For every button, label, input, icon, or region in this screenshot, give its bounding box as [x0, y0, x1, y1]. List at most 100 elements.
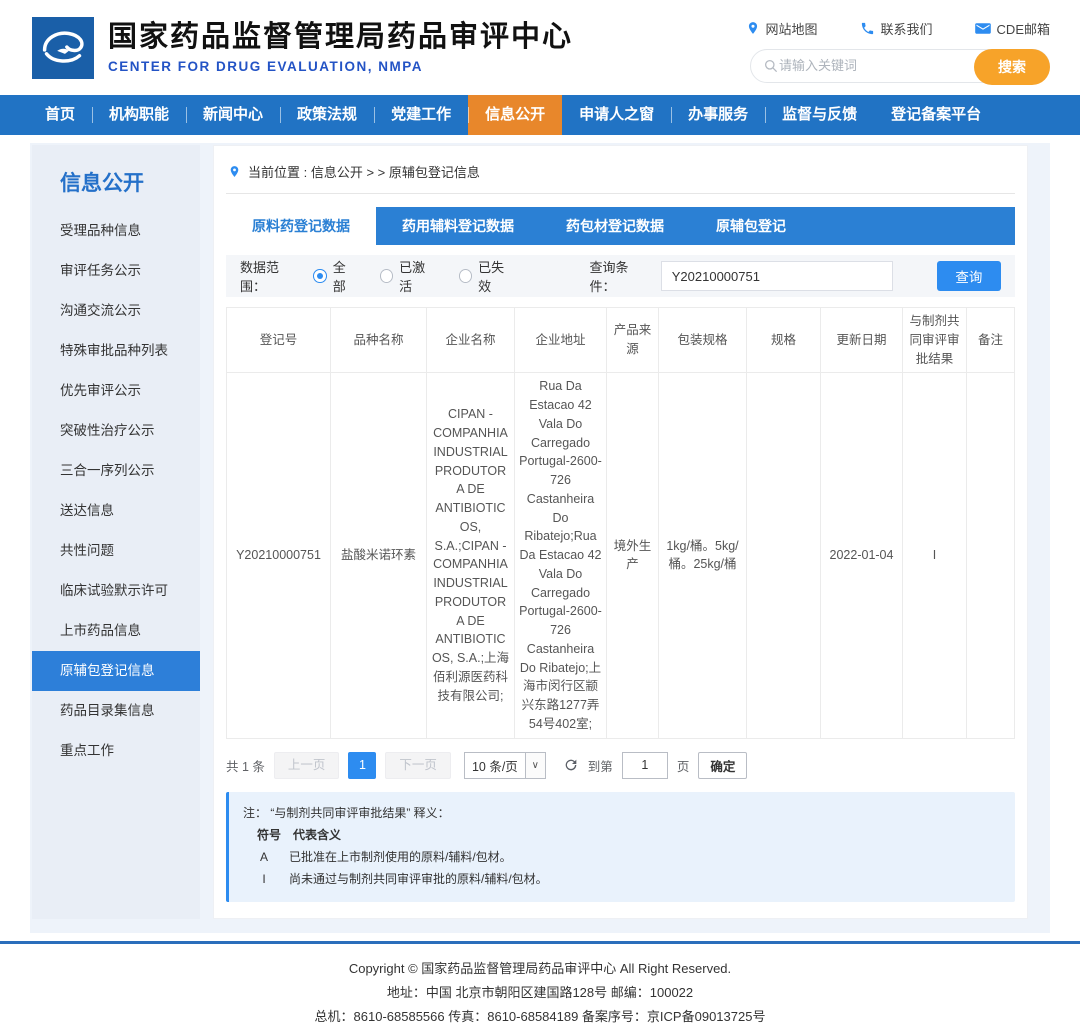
main-panel: 当前位置 : 信息公开 > > 原辅包登记信息 原料药登记数据 药用辅料登记数据…: [213, 145, 1028, 919]
nav-item-home[interactable]: 首页: [28, 95, 92, 135]
radio-all[interactable]: 全部: [313, 257, 357, 295]
sidebar-item-accepted-varieties[interactable]: 受理品种信息: [32, 211, 200, 251]
page-number-1[interactable]: 1: [348, 752, 376, 779]
note-header-meaning: 代表含义: [293, 824, 341, 846]
phone-icon: [860, 21, 875, 36]
note-box: 注： “与制剂共同审评审批结果” 释义： 符号 代表含义 A 已批准在上市制剂使…: [226, 792, 1015, 902]
sidebar-item-drug-catalog[interactable]: 药品目录集信息: [32, 691, 200, 731]
chevron-down-icon: ∨: [525, 753, 545, 778]
cell-registration-no: Y20210000751: [227, 373, 331, 738]
page-size-value: 10 条/页: [465, 756, 525, 775]
note-header: 符号 代表含义: [243, 824, 1001, 846]
confirm-button[interactable]: 确定: [698, 752, 747, 779]
nav-item-policy[interactable]: 政策法规: [280, 95, 374, 135]
note-header-symbol: 符号: [257, 824, 281, 846]
site-footer: Copyright © 国家药品监督管理局药品审评中心 All Right Re…: [0, 944, 1080, 1029]
nav-item-registration-platform[interactable]: 登记备案平台: [874, 95, 998, 135]
cell-joint-review-result: I: [903, 373, 967, 738]
sidebar-item-special-approval[interactable]: 特殊审批品种列表: [32, 331, 200, 371]
cell-spec: [747, 373, 821, 738]
refresh-button[interactable]: [563, 757, 579, 773]
query-button[interactable]: 查询: [937, 261, 1001, 291]
results-table: 登记号 品种名称 企业名称 企业地址 产品来源 包装规格 规格 更新日期 与制剂…: [226, 307, 1015, 739]
sidebar-item-common-issues[interactable]: 共性问题: [32, 531, 200, 571]
col-remarks: 备注: [967, 308, 1015, 373]
site-title: 国家药品监督管理局药品审评中心: [108, 21, 573, 54]
table-header-row: 登记号 品种名称 企业名称 企业地址 产品来源 包装规格 规格 更新日期 与制剂…: [227, 308, 1015, 373]
note-title: 注： “与制剂共同审评审批结果” 释义：: [243, 802, 1001, 824]
sidebar: 信息公开 受理品种信息 审评任务公示 沟通交流公示 特殊审批品种列表 优先审评公…: [32, 145, 200, 919]
page-size-select[interactable]: 10 条/页 ∨: [464, 752, 546, 779]
radio-activated-label: 已激活: [399, 257, 436, 295]
nav-item-functions[interactable]: 机构职能: [92, 95, 186, 135]
sidebar-item-three-in-one[interactable]: 三合一序列公示: [32, 451, 200, 491]
sidebar-item-marketed-drugs[interactable]: 上市药品信息: [32, 611, 200, 651]
copyright-line: Copyright © 国家药品监督管理局药品审评中心 All Right Re…: [0, 957, 1080, 981]
cell-variety-name: 盐酸米诺环素: [331, 373, 427, 738]
site-subtitle: CENTER FOR DRUG EVALUATION, NMPA: [108, 59, 573, 74]
tab-excipient-registration-data[interactable]: 药用辅料登记数据: [376, 207, 540, 245]
col-company-name: 企业名称: [427, 308, 515, 373]
col-product-source: 产品来源: [607, 308, 659, 373]
sidebar-item-raw-excipient-registration[interactable]: 原辅包登记信息: [32, 651, 200, 691]
col-variety-name: 品种名称: [331, 308, 427, 373]
cell-packaging-spec: 1kg/桶。5kg/桶。25kg/桶: [659, 373, 747, 738]
note-symbol-a: A: [251, 846, 277, 868]
content-area: 信息公开 受理品种信息 审评任务公示 沟通交流公示 特殊审批品种列表 优先审评公…: [30, 143, 1050, 933]
sidebar-item-key-work[interactable]: 重点工作: [32, 731, 200, 771]
query-label: 查询条件：: [590, 257, 653, 295]
scope-radio-group: 全部 已激活 已失效: [313, 257, 515, 295]
location-pin-icon: [228, 164, 241, 179]
next-page-button[interactable]: 下一页: [385, 752, 451, 779]
refresh-icon: [563, 757, 579, 773]
scope-label: 数据范围：: [240, 257, 303, 295]
radio-activated[interactable]: 已激活: [380, 257, 437, 295]
nav-item-supervision[interactable]: 监督与反馈: [765, 95, 874, 135]
site-header: 国家药品监督管理局药品审评中心 CENTER FOR DRUG EVALUATI…: [0, 0, 1080, 95]
sidebar-item-review-tasks[interactable]: 审评任务公示: [32, 251, 200, 291]
radio-all-label: 全部: [333, 257, 358, 295]
mail-icon: [975, 22, 991, 35]
tab-packaging-registration-data[interactable]: 药包材登记数据: [540, 207, 690, 245]
note-meaning-i: 尚未通过与制剂共同审评审批的原料/辅料/包材。: [289, 868, 548, 890]
query-input[interactable]: [661, 261, 893, 291]
tab-bar: 原料药登记数据 药用辅料登记数据 药包材登记数据 原辅包登记: [226, 207, 1015, 245]
brand: 国家药品监督管理局药品审评中心 CENTER FOR DRUG EVALUATI…: [32, 17, 573, 79]
nav-item-info-disclosure[interactable]: 信息公开: [468, 95, 562, 135]
filter-bar: 数据范围： 全部 已激活 已失效 查询条件：: [226, 255, 1015, 297]
sidebar-item-priority-review[interactable]: 优先审评公示: [32, 371, 200, 411]
nav-item-services[interactable]: 办事服务: [671, 95, 765, 135]
goto-page-input[interactable]: [622, 752, 668, 779]
sitemap-link[interactable]: 网站地图: [746, 19, 818, 38]
search-icon: [763, 58, 779, 74]
sidebar-item-communication[interactable]: 沟通交流公示: [32, 291, 200, 331]
header-right: 网站地图 联系我们 CDE邮箱 搜索: [746, 13, 1050, 83]
contact-link[interactable]: 联系我们: [860, 19, 933, 38]
cde-mail-link[interactable]: CDE邮箱: [975, 19, 1050, 38]
cell-company-name: CIPAN - COMPANHIA INDUSTRIAL PRODUTORA D…: [427, 373, 515, 738]
tab-api-registration-data[interactable]: 原料药登记数据: [226, 207, 376, 245]
note-symbol-i: I: [251, 868, 277, 890]
radio-expired[interactable]: 已失效: [459, 257, 516, 295]
sidebar-title: 信息公开: [32, 163, 200, 211]
note-row-i: I 尚未通过与制剂共同审评审批的原料/辅料/包材。: [243, 868, 1001, 890]
cde-logo-icon[interactable]: [32, 17, 94, 79]
nav-item-applicant-window[interactable]: 申请人之窗: [562, 95, 671, 135]
sitemap-label: 网站地图: [766, 19, 818, 38]
pagination: 共 1 条 上一页 1 下一页 10 条/页 ∨ 到第 页 确定: [226, 752, 1015, 779]
sidebar-item-breakthrough-therapy[interactable]: 突破性治疗公示: [32, 411, 200, 451]
nav-item-party[interactable]: 党建工作: [374, 95, 468, 135]
sidebar-item-delivery-info[interactable]: 送达信息: [32, 491, 200, 531]
search-button[interactable]: 搜索: [974, 49, 1050, 85]
sidebar-item-clinical-trial-permit[interactable]: 临床试验默示许可: [32, 571, 200, 611]
main-nav: 首页 机构职能 新闻中心 政策法规 党建工作 信息公开 申请人之窗 办事服务 监…: [0, 95, 1080, 135]
page: 国家药品监督管理局药品审评中心 CENTER FOR DRUG EVALUATI…: [0, 0, 1080, 869]
nav-item-news[interactable]: 新闻中心: [186, 95, 280, 135]
location-pin-icon: [746, 20, 760, 36]
note-meaning-a: 已批准在上市制剂使用的原料/辅料/包材。: [289, 846, 512, 868]
col-spec: 规格: [747, 308, 821, 373]
contact-line: 总机：8610-68585566 传真：8610-68584189 备案序号：京…: [0, 1005, 1080, 1029]
cell-remarks: [967, 373, 1015, 738]
tab-raw-excipient-registration[interactable]: 原辅包登记: [690, 207, 812, 245]
prev-page-button[interactable]: 上一页: [274, 752, 340, 779]
